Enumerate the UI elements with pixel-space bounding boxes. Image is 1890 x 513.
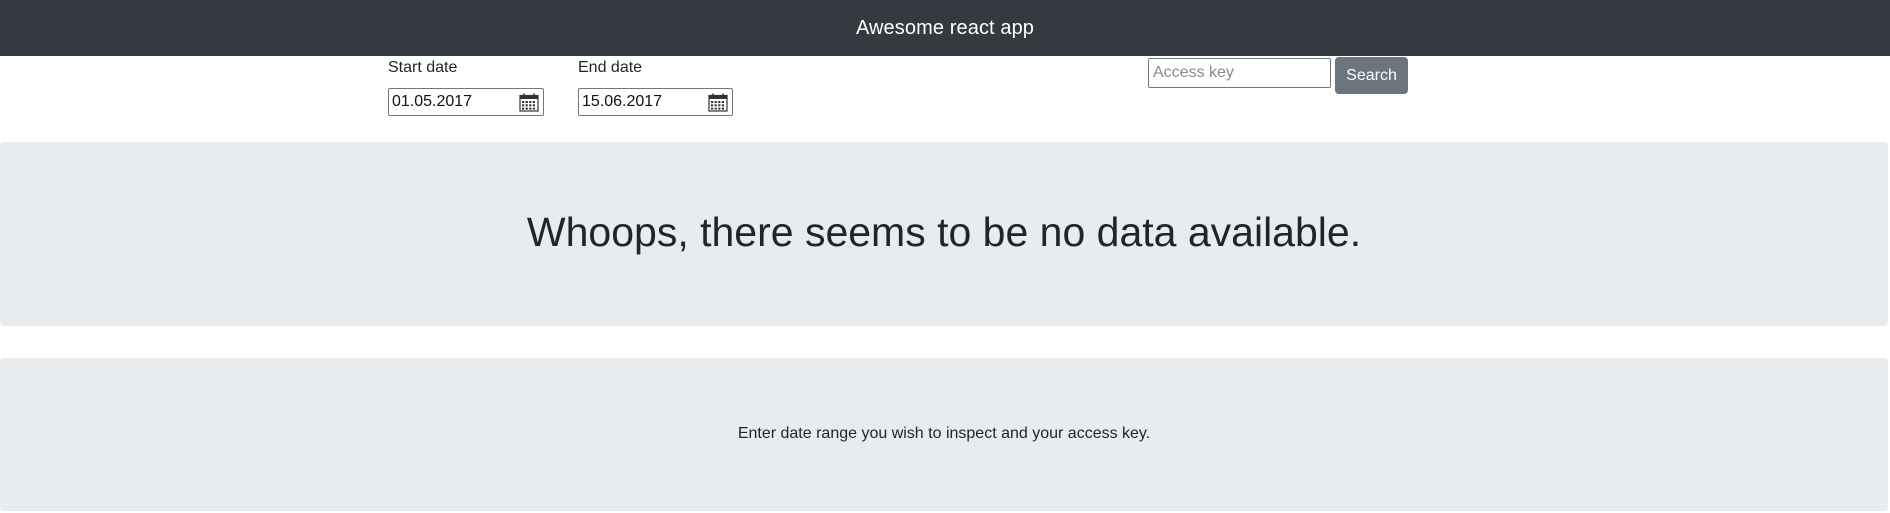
calendar-icon[interactable]	[518, 92, 540, 112]
start-date-value: 01.05.2017	[392, 93, 473, 110]
no-data-message: Whoops, there seems to be no data availa…	[526, 208, 1362, 255]
search-button[interactable]: Search	[1335, 57, 1408, 94]
app-title: Awesome react app	[855, 16, 1035, 39]
end-date-label: End date	[578, 59, 643, 76]
start-date-label: Start date	[388, 59, 458, 76]
navbar: Awesome react app	[0, 0, 1890, 56]
instructions-text: Enter date range you wish to inspect and…	[737, 424, 1151, 442]
start-date-input[interactable]: 01.05.2017	[388, 88, 544, 116]
calendar-icon[interactable]	[707, 92, 729, 112]
no-data-panel: Whoops, there seems to be no data availa…	[0, 142, 1888, 326]
app-page: Awesome react app Start date 01.05.2017 …	[0, 0, 1890, 513]
instructions-panel: Enter date range you wish to inspect and…	[0, 358, 1888, 511]
end-date-input[interactable]: 15.06.2017	[578, 88, 733, 116]
end-date-value: 15.06.2017	[582, 93, 663, 110]
access-key-input[interactable]	[1148, 58, 1331, 88]
